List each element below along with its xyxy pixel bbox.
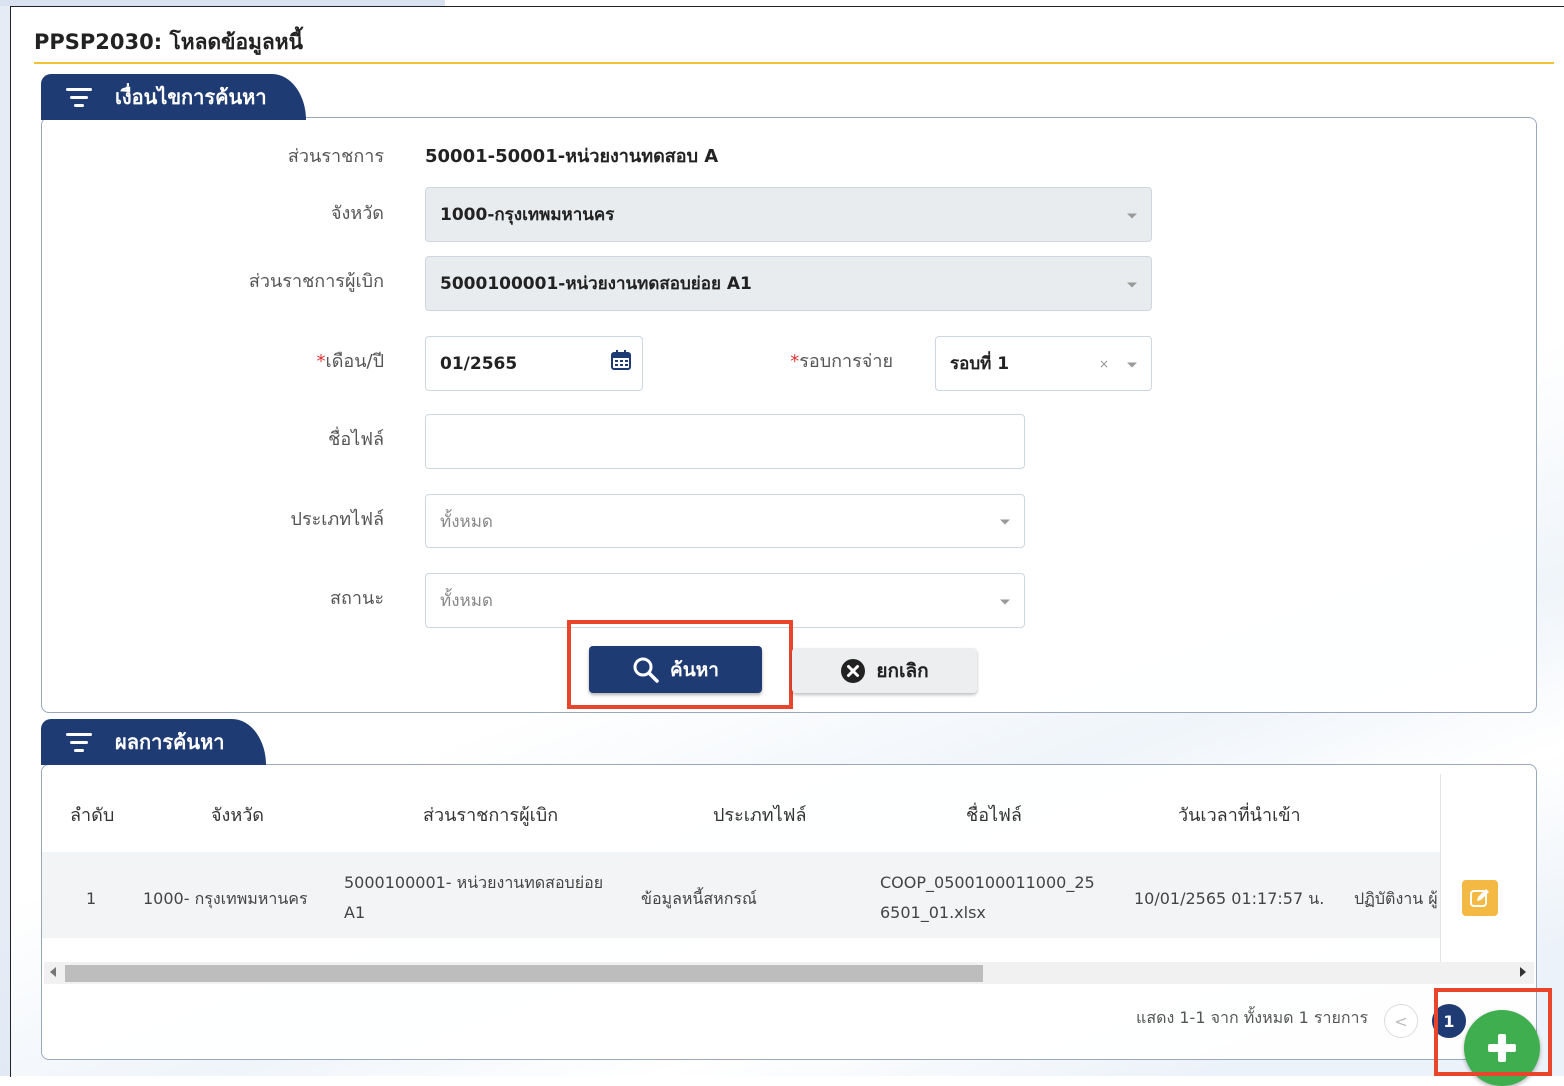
page-title: PPSP2030: โหลดข้อมูลหนี้ <box>34 30 303 54</box>
cell-unit-line1: 5000100001- หน่วยงานทดสอบย่อย <box>344 873 604 892</box>
file-type-label: ประเภทไฟล์ <box>290 509 384 530</box>
cell-province: 1000- กรุงเทพมหานคร <box>143 889 308 908</box>
search-button-highlight <box>567 620 793 709</box>
payment-round-select[interactable]: รอบที่ 1 × <box>935 336 1152 391</box>
file-name-label: ชื่อไฟล์ <box>328 429 384 450</box>
column-header-no: ลำดับ <box>70 805 115 826</box>
title-underline <box>34 62 1554 64</box>
horizontal-scrollbar[interactable] <box>44 962 1534 984</box>
cell-file-name-line2: 6501_01.xlsx <box>880 903 986 922</box>
issuing-unit-label: ส่วนราชการผู้เบิก <box>248 271 384 292</box>
province-select[interactable]: 1000-กรุงเทพมหานคร <box>425 187 1152 242</box>
action-column <box>1440 774 1536 964</box>
chevron-down-icon <box>1127 282 1137 287</box>
cell-no: 1 <box>86 889 97 908</box>
chevron-down-icon <box>1127 213 1137 218</box>
edit-button[interactable] <box>1462 880 1498 916</box>
calendar-icon[interactable] <box>610 349 632 371</box>
department-label: ส่วนราชการ <box>287 146 384 167</box>
province-label: จังหวัด <box>331 203 384 224</box>
column-header-file-name: ชื่อไฟล์ <box>966 805 1022 826</box>
status-label: สถานะ <box>330 588 384 609</box>
clear-icon[interactable]: × <box>1099 357 1109 371</box>
file-type-select[interactable]: ทั้งหมด <box>425 494 1025 548</box>
scroll-right-arrow[interactable] <box>1520 967 1526 977</box>
chevron-down-icon <box>1000 519 1010 525</box>
file-name-input[interactable] <box>425 414 1025 469</box>
chevron-down-icon <box>1000 599 1010 604</box>
payment-round-label: *รอบการจ่าย <box>693 346 893 375</box>
cell-imported-at: 10/01/2565 01:17:57 น. <box>1134 889 1325 908</box>
scroll-left-arrow[interactable] <box>50 967 56 977</box>
results-panel-title: ผลการค้นหา <box>115 730 225 754</box>
required-mark: * <box>316 351 326 372</box>
search-panel-title: เงื่อนไขการค้นหา <box>115 85 267 109</box>
pagination-prev-button[interactable]: < <box>1384 1004 1418 1038</box>
issuing-unit-select-value: 5000100001-หน่วยงานทดสอบย่อย A1 <box>440 274 752 294</box>
pagination-info: แสดง 1-1 จาก ทั้งหมด 1 รายการ <box>1136 1008 1369 1027</box>
month-year-label: *เดือน/ปี <box>184 346 384 375</box>
filter-icon <box>65 732 93 752</box>
edit-icon <box>1470 889 1489 907</box>
cell-file-type: ข้อมูลหนี้สหกรณ์ <box>641 889 757 908</box>
cell-file-name-line1: COOP_0500100011000_25 <box>880 873 1095 892</box>
background-strip-left <box>0 0 10 1076</box>
results-panel-tab: ผลการค้นหา <box>41 719 266 765</box>
column-header-unit: ส่วนราชการผู้เบิก <box>423 805 559 826</box>
province-select-value: 1000-กรุงเทพมหานคร <box>440 205 615 225</box>
month-year-input[interactable]: 01/2565 <box>425 336 643 391</box>
column-header-imported-at: วันเวลาที่นำเข้า <box>1178 805 1301 826</box>
required-mark: * <box>790 351 800 372</box>
issuing-unit-select[interactable]: 5000100001-หน่วยงานทดสอบย่อย A1 <box>425 256 1152 311</box>
chevron-down-icon <box>1127 362 1137 367</box>
department-value: 50001-50001-หน่วยงานทดสอบ A <box>425 146 719 167</box>
scrollbar-thumb[interactable] <box>65 965 983 982</box>
cancel-button[interactable]: ยกเลิก <box>792 648 977 693</box>
payment-round-label-text: รอบการจ่าย <box>799 351 893 372</box>
cell-unit-line2: A1 <box>344 903 366 922</box>
file-type-placeholder: ทั้งหมด <box>440 511 493 532</box>
column-header-file-type: ประเภทไฟล์ <box>713 805 807 826</box>
payment-round-value: รอบที่ 1 <box>950 354 1010 374</box>
column-header-province: จังหวัด <box>211 805 264 826</box>
month-year-label-text: เดือน/ปี <box>325 351 384 372</box>
cell-status: ปฏิบัติงาน ผู้ <box>1354 889 1438 908</box>
status-placeholder: ทั้งหมด <box>440 591 493 611</box>
filter-icon <box>65 87 93 107</box>
close-circle-icon <box>841 658 866 683</box>
month-year-value: 01/2565 <box>440 353 518 374</box>
add-button-highlight <box>1434 988 1552 1076</box>
search-panel-tab: เงื่อนไขการค้นหา <box>41 74 306 120</box>
cancel-button-label: ยกเลิก <box>876 659 929 682</box>
